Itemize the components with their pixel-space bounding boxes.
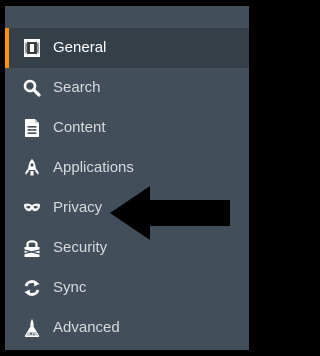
sidebar-item-label: Privacy (53, 199, 103, 216)
security-icon (23, 238, 41, 258)
search-icon (23, 78, 41, 98)
sidebar-item-general[interactable]: General (5, 28, 249, 68)
sidebar-item-label: Applications (53, 159, 134, 176)
applications-icon (23, 158, 41, 178)
selected-indicator (5, 28, 9, 68)
sync-icon (23, 278, 41, 298)
sidebar-item-search[interactable]: Search (5, 68, 249, 108)
content-icon (23, 118, 41, 138)
screenshot-frame: General Search Content Applications Priv… (0, 0, 256, 356)
sidebar-item-label: Search (53, 79, 101, 96)
general-icon (23, 38, 41, 58)
sidebar-item-label: Content (53, 119, 106, 136)
sidebar-item-content[interactable]: Content (5, 108, 249, 148)
sidebar-item-advanced[interactable]: Advanced (5, 308, 249, 348)
sidebar-item-label: Sync (53, 279, 87, 296)
privacy-icon (23, 198, 41, 218)
annotation-arrow (110, 186, 230, 240)
sidebar-item-sync[interactable]: Sync (5, 268, 249, 308)
preferences-sidebar: General Search Content Applications Priv… (5, 6, 249, 350)
sidebar-item-label: General (53, 39, 107, 56)
sidebar-item-applications[interactable]: Applications (5, 148, 249, 188)
advanced-icon (23, 318, 41, 338)
sidebar-item-label: Security (53, 239, 108, 256)
sidebar-item-label: Advanced (53, 319, 120, 336)
